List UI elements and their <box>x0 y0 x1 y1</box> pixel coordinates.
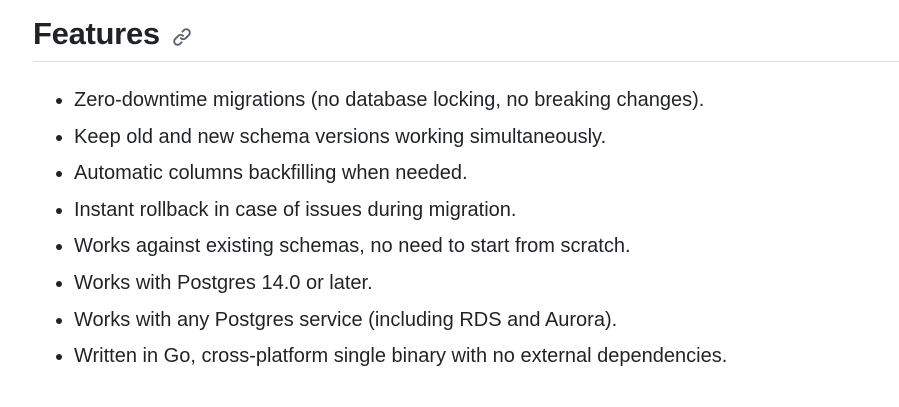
list-item: Works with Postgres 14.0 or later. <box>74 265 727 302</box>
list-item: Written in Go, cross-platform single bin… <box>74 338 727 375</box>
list-item: Works against existing schemas, no need … <box>74 228 727 265</box>
list-item: Automatic columns backfilling when neede… <box>74 155 727 192</box>
features-list: Zero-downtime migrations (no database lo… <box>53 82 727 375</box>
link-icon[interactable] <box>172 27 192 47</box>
page-title: Features <box>33 16 160 51</box>
features-heading: Features <box>33 14 192 54</box>
list-item: Keep old and new schema versions working… <box>74 119 727 156</box>
list-item: Zero-downtime migrations (no database lo… <box>74 82 727 119</box>
list-item: Instant rollback in case of issues durin… <box>74 192 727 229</box>
list-item: Works with any Postgres service (includi… <box>74 302 727 339</box>
heading-divider <box>33 61 899 62</box>
